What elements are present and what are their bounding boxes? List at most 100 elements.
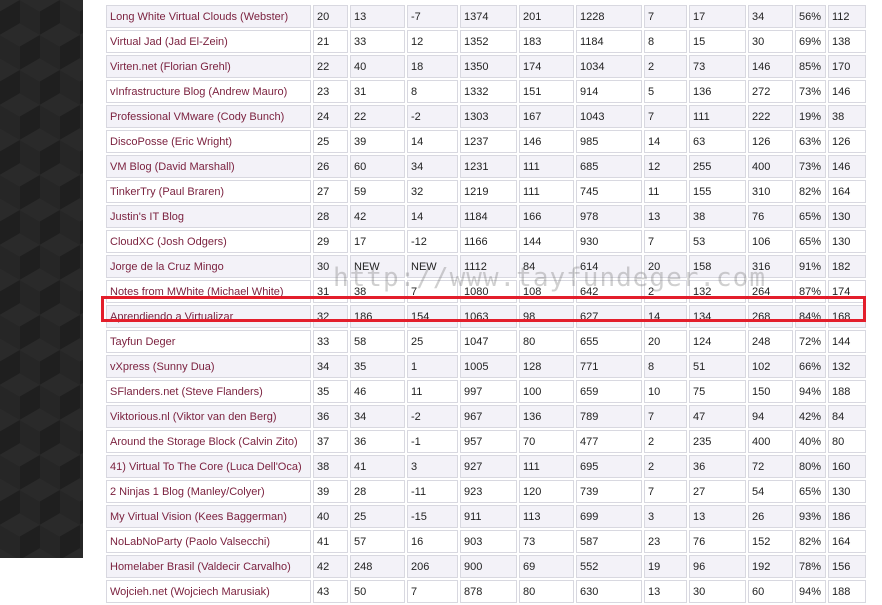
table-cell: 80: [828, 430, 866, 453]
table-cell: 8: [644, 30, 687, 53]
table-cell: 878: [460, 580, 517, 603]
blog-name-link[interactable]: Professional VMware (Cody Bunch): [106, 105, 311, 128]
table-row: vInfrastructure Blog (Andrew Mauro) 23 31 8…: [106, 80, 866, 103]
blog-name-link[interactable]: My Virtual Vision (Kees Baggerman): [106, 505, 311, 528]
table-cell: 7: [644, 405, 687, 428]
table-cell: 124: [689, 330, 746, 353]
table-cell: 22: [313, 55, 348, 78]
table-cell: 3: [644, 505, 687, 528]
table-cell: 76: [748, 205, 793, 228]
blog-name-link[interactable]: CloudXC (Josh Odgers): [106, 230, 311, 253]
blog-name-link[interactable]: Virten.net (Florian Grehl): [106, 55, 311, 78]
blog-name-link[interactable]: NoLabNoParty (Paolo Valsecchi): [106, 530, 311, 553]
blog-name-link[interactable]: DiscoPosse (Eric Wright): [106, 130, 311, 153]
blog-name-link[interactable]: Jorge de la Cruz Mingo: [106, 255, 311, 278]
content-area: Long White Virtual Clouds (Webster) 20 13-…: [83, 0, 882, 603]
table-cell: 38: [689, 205, 746, 228]
blog-name-link[interactable]: Tayfun Deger: [106, 330, 311, 353]
blog-name-link[interactable]: Aprendiendo a Virtualizar: [106, 305, 311, 328]
table-cell: 155: [689, 180, 746, 203]
table-cell: 1: [407, 355, 458, 378]
table-cell: 130: [828, 205, 866, 228]
blog-name-link[interactable]: Homelaber Brasil (Valdecir Carvalho): [106, 555, 311, 578]
table-cell: 154: [407, 305, 458, 328]
table-cell: 630: [576, 580, 642, 603]
table-row-highlighted: Tayfun Deger 33 58 25 1047 80 655 20 124 248 72% 14…: [106, 330, 866, 353]
table-cell: 33: [313, 330, 348, 353]
blog-name-link[interactable]: vInfrastructure Blog (Andrew Mauro): [106, 80, 311, 103]
table-cell: 51: [689, 355, 746, 378]
table-cell: 42: [350, 205, 405, 228]
table-cell: 34: [313, 355, 348, 378]
table-cell: 21: [313, 30, 348, 53]
blog-name-link[interactable]: Justin's IT Blog: [106, 205, 311, 228]
table-cell: 96: [689, 555, 746, 578]
table-cell: 41: [350, 455, 405, 478]
table-cell: 34: [407, 155, 458, 178]
table-cell: 1184: [576, 30, 642, 53]
table-cell: 7: [644, 480, 687, 503]
table-cell: 13: [689, 505, 746, 528]
table-cell: 13: [644, 580, 687, 603]
table-cell: 134: [689, 305, 746, 328]
table-cell: 73%: [795, 80, 826, 103]
table-row: Homelaber Brasil (Valdecir Carvalho) 42 24…: [106, 555, 866, 578]
table-cell: 37: [313, 430, 348, 453]
table-cell: 36: [313, 405, 348, 428]
table-cell: 745: [576, 180, 642, 203]
table-cell: 75: [689, 380, 746, 403]
table-cell: 168: [828, 305, 866, 328]
table-cell: 25: [350, 505, 405, 528]
table-cell: 164: [828, 180, 866, 203]
table-cell: 30: [689, 580, 746, 603]
blog-name-link[interactable]: Around the Storage Block (Calvin Zito): [106, 430, 311, 453]
table-cell: 106: [748, 230, 793, 253]
table-cell: 36: [350, 430, 405, 453]
table-cell: 186: [828, 505, 866, 528]
table-cell: 146: [519, 130, 574, 153]
table-cell: 156: [828, 555, 866, 578]
table-cell: 40%: [795, 430, 826, 453]
table-cell: 57: [350, 530, 405, 553]
blog-name-link[interactable]: 2 Ninjas 1 Blog (Manley/Colyer): [106, 480, 311, 503]
table-cell: 27: [313, 180, 348, 203]
table-cell: 967: [460, 405, 517, 428]
blog-name-link[interactable]: SFlanders.net (Steve Flanders): [106, 380, 311, 403]
table-cell: 43: [313, 580, 348, 603]
table-cell: 69%: [795, 30, 826, 53]
table-cell: 164: [828, 530, 866, 553]
table-cell: 192: [748, 555, 793, 578]
table-cell: 20: [644, 330, 687, 353]
table-cell: 27: [689, 480, 746, 503]
table-row: Viktorious.nl (Viktor van den Berg) 36 34-…: [106, 405, 866, 428]
table-cell: 56%: [795, 5, 826, 28]
blog-name-link[interactable]: 41) Virtual To The Core (Luca Dell'Oca): [106, 455, 311, 478]
table-cell: 1219: [460, 180, 517, 203]
blog-name-link[interactable]: Notes from MWhite (Michael White): [106, 280, 311, 303]
table-cell: 60: [350, 155, 405, 178]
table-cell: 1350: [460, 55, 517, 78]
table-cell: 19%: [795, 105, 826, 128]
table-cell: 65%: [795, 205, 826, 228]
table-cell: 144: [828, 330, 866, 353]
table-cell: 146: [828, 80, 866, 103]
table-cell: 138: [828, 30, 866, 53]
table-cell: 28: [350, 480, 405, 503]
table-cell: 82%: [795, 180, 826, 203]
table-row: Virtual Jad (Jad El-Zein) 21 33 12 1352 183 11…: [106, 30, 866, 53]
blog-name-link[interactable]: VM Blog (David Marshall): [106, 155, 311, 178]
blog-name-link[interactable]: Long White Virtual Clouds (Webster): [106, 5, 311, 28]
table-cell: 126: [748, 130, 793, 153]
blog-name-link[interactable]: TinkerTry (Paul Braren): [106, 180, 311, 203]
blog-name-link[interactable]: Wojcieh.net (Wojciech Marusiak): [106, 580, 311, 603]
table-cell: 13: [350, 5, 405, 28]
table-cell: 14: [644, 305, 687, 328]
table-cell: 188: [828, 580, 866, 603]
blog-name-link[interactable]: Virtual Jad (Jad El-Zein): [106, 30, 311, 53]
table-cell: 38: [828, 105, 866, 128]
blog-name-link[interactable]: Viktorious.nl (Viktor van den Berg): [106, 405, 311, 428]
table-cell: 94: [748, 405, 793, 428]
table-cell: 900: [460, 555, 517, 578]
table-row: CloudXC (Josh Odgers) 29 17 -12 1166 144 930 7 5…: [106, 230, 866, 253]
blog-name-link[interactable]: vXpress (Sunny Dua): [106, 355, 311, 378]
